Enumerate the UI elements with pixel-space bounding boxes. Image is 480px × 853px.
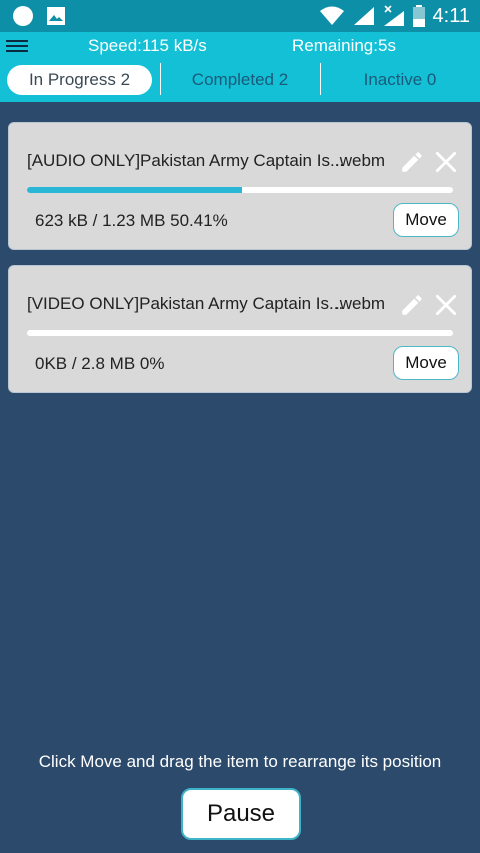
tab-completed[interactable]: Completed 2 (162, 65, 318, 95)
file-extension: .webm (335, 151, 386, 170)
tab-in-progress[interactable]: In Progress 2 (7, 65, 152, 95)
size-status: 623 kB / 1.23 MB 50.41% (35, 211, 228, 230)
progress-bar (27, 330, 453, 336)
no-signal-icon (383, 5, 404, 26)
tab-divider (160, 63, 161, 95)
cell-signal-icon (353, 7, 374, 25)
clock: 4:11 (432, 5, 470, 27)
move-button[interactable]: Move (393, 203, 459, 237)
file-extension: .webm (335, 294, 386, 313)
rearrange-hint: Click Move and drag the item to rearrang… (38, 752, 442, 771)
status-bar: 4:11 (0, 0, 480, 32)
download-item[interactable]: [VIDEO ONLY]Pakistan Army Captain Is... … (8, 265, 472, 393)
progress-bar (27, 187, 453, 193)
circle-notification-icon (13, 6, 33, 26)
battery-icon (412, 5, 425, 27)
speed-label: Speed:115 kB/s (88, 36, 207, 55)
image-notification-icon (47, 7, 65, 25)
app-header: Speed:115 kB/s Remaining:5s In Progress … (0, 32, 480, 102)
close-icon[interactable] (433, 292, 459, 318)
remaining-label: Remaining:5s (292, 36, 396, 55)
tab-divider (320, 63, 321, 95)
download-item[interactable]: [AUDIO ONLY]Pakistan Army Captain Is... … (8, 122, 472, 250)
size-status: 0KB / 2.8 MB 0% (35, 354, 165, 373)
progress-fill (27, 187, 242, 193)
pause-button[interactable]: Pause (181, 788, 301, 840)
wifi-icon (319, 6, 344, 25)
file-name: [AUDIO ONLY]Pakistan Army Captain Is... (27, 151, 345, 170)
close-icon[interactable] (433, 149, 459, 175)
tab-inactive[interactable]: Inactive 0 (322, 65, 478, 95)
move-button[interactable]: Move (393, 346, 459, 380)
menu-icon[interactable] (6, 37, 28, 55)
edit-icon[interactable] (399, 292, 425, 318)
file-name: [VIDEO ONLY]Pakistan Army Captain Is... (27, 294, 344, 313)
edit-icon[interactable] (399, 149, 425, 175)
tab-bar: In Progress 2 Completed 2 Inactive 0 (0, 63, 480, 99)
